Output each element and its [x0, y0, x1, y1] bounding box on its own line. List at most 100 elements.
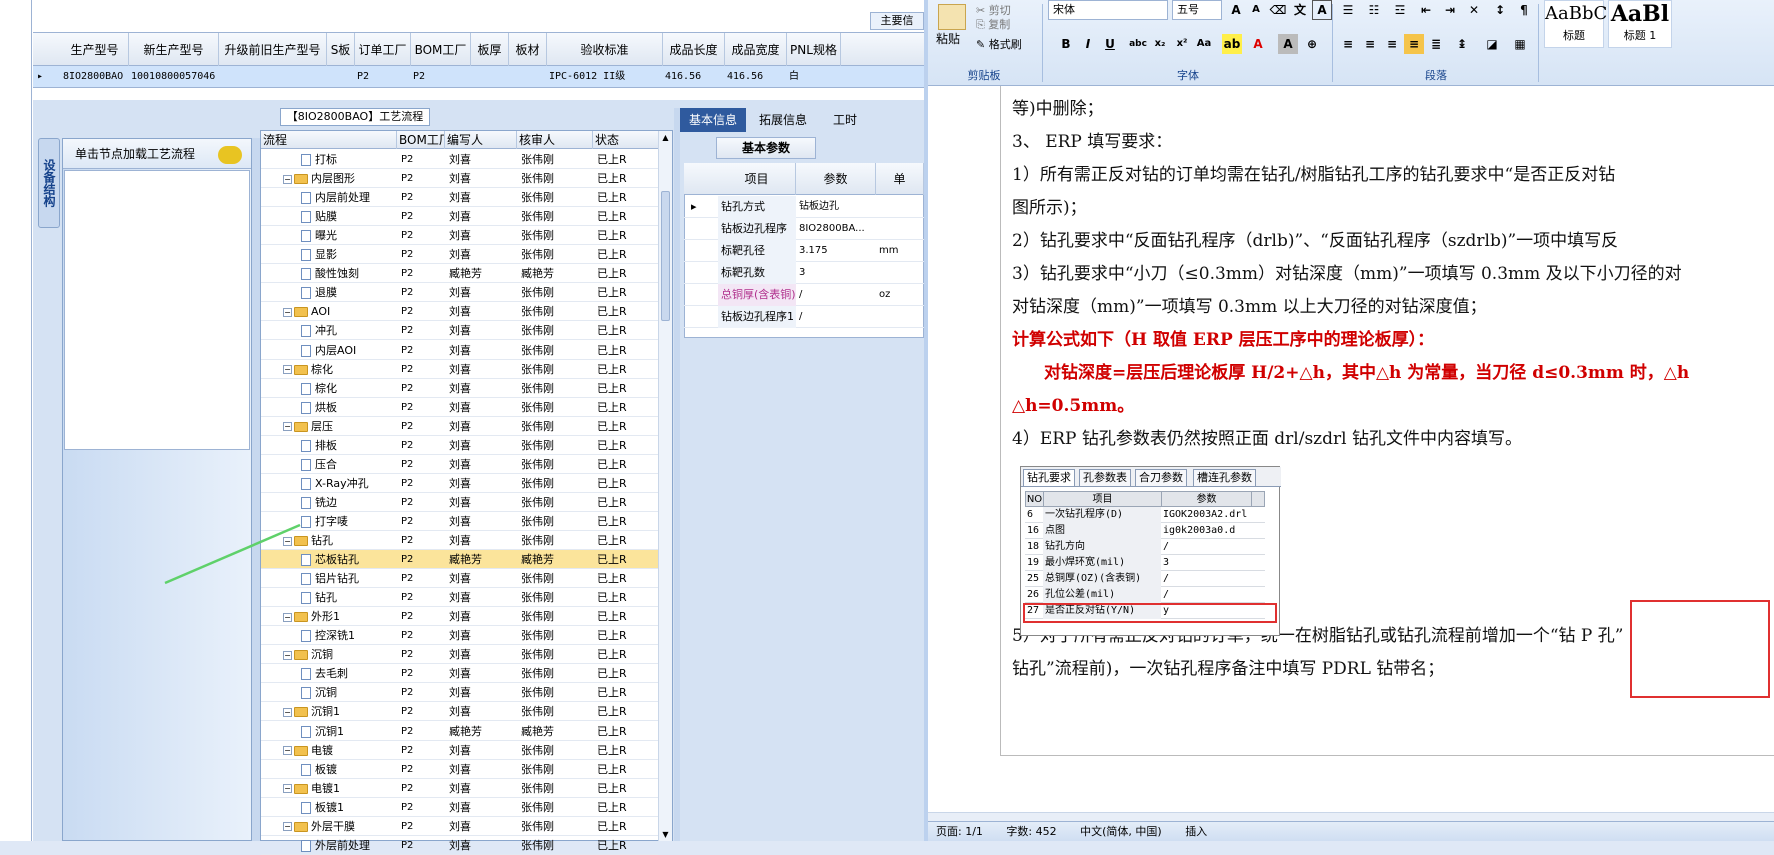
collapse-icon[interactable]: −	[283, 822, 292, 832]
param-row[interactable]: 标靶孔数 3	[684, 262, 924, 284]
doc-line[interactable]: 3、 ERP 填写要求：	[1012, 127, 1172, 152]
doc-line[interactable]: 对钻深度=层压后理论板厚 H/2+△h，其中△h 为常量，当刀径 d≤0.3mm…	[1044, 358, 1689, 383]
font-size-combo[interactable]: 五号	[1172, 0, 1222, 20]
status-words[interactable]: 字数: 452	[1006, 825, 1056, 838]
doc-line[interactable]: △h=0.5mm。	[1012, 391, 1134, 416]
chat-bubble-icon[interactable]	[218, 146, 242, 164]
process-col-header[interactable]: 核审人	[517, 131, 593, 149]
process-row[interactable]: − 外形1 P2 刘喜 张伟刚 已上R	[261, 607, 658, 627]
numbering-icon[interactable]: ☷	[1364, 0, 1384, 20]
process-row[interactable]: 排板 P2 刘喜 张伟刚 已上R	[261, 436, 658, 455]
sort-icon[interactable]: ↕	[1490, 0, 1510, 20]
shading-icon[interactable]: ◪	[1482, 34, 1502, 54]
process-row[interactable]: 贴膜 P2 刘喜 张伟刚 已上R	[261, 207, 658, 227]
process-scrollbar[interactable]: ▲ ▼	[658, 131, 672, 841]
tab-work-hours[interactable]: 工时	[820, 108, 870, 132]
order-col-header[interactable]: 板材	[509, 33, 547, 67]
param-row[interactable]: 总铜厚(含表铜) / oz	[684, 284, 924, 306]
process-row[interactable]: 板镀1 P2 刘喜 张伟刚 已上R	[261, 798, 658, 817]
param-row[interactable]: 钻板边孔程序1/	[684, 306, 924, 328]
doc-line[interactable]: 3）钻孔要求中“小刀（≤0.3mm）对钻深度（mm)”一项填写 0.3mm 及以…	[1012, 259, 1682, 284]
info-splitter[interactable]	[674, 108, 680, 841]
param-value[interactable]: 3	[796, 262, 876, 284]
process-row[interactable]: 沉铜1 P2 臧艳芳 臧艳芳 已上R	[261, 722, 658, 741]
process-row[interactable]: − 电镀1 P2 刘喜 张伟刚 已上R	[261, 779, 658, 798]
main-info-button[interactable]: 主要信	[870, 12, 924, 30]
order-col-header[interactable]: 板厚	[471, 33, 509, 67]
collapse-icon[interactable]: −	[283, 422, 292, 432]
doc-line[interactable]: 图所示)；	[1012, 193, 1087, 218]
borders-icon[interactable]: ▦	[1510, 34, 1530, 54]
process-row[interactable]: 控深铣1 P2 刘喜 张伟刚 已上R	[261, 626, 658, 646]
process-row[interactable]: − 电镀 P2 刘喜 张伟刚 已上R	[261, 741, 658, 760]
status-lang[interactable]: 中文(简体, 中国)	[1080, 825, 1162, 838]
order-col-header[interactable]: 验收标准	[547, 33, 663, 67]
param-value[interactable]: 8IO2800BA...	[796, 218, 876, 240]
process-row[interactable]: 外层前处理 P2 刘喜 张伟刚 已上R	[261, 836, 658, 855]
doc-line[interactable]: 计算公式如下（H 取值 ERP 层压工序中的理论板厚）：	[1012, 325, 1434, 350]
process-row[interactable]: − 层压 P2 刘喜 张伟刚 已上R	[261, 417, 658, 436]
strikethrough-icon[interactable]: abc	[1128, 34, 1148, 54]
process-row[interactable]: − 钻孔 P2 刘喜 张伟刚 已上R	[261, 531, 658, 550]
bullets-icon[interactable]: ☰	[1338, 0, 1358, 20]
order-col-header[interactable]: S板	[327, 33, 355, 67]
doc-line[interactable]: 1）所有需正反对钻的订单均需在钻孔/树脂钻孔工序的钻孔要求中“是否正反对钻	[1012, 160, 1615, 185]
bold-icon[interactable]: B	[1056, 34, 1076, 54]
process-row[interactable]: 钻孔 P2 刘喜 张伟刚 已上R	[261, 588, 658, 608]
process-row[interactable]: 打字唛 P2 刘喜 张伟刚 已上R	[261, 512, 658, 531]
param-value[interactable]: 3.175	[796, 240, 876, 262]
process-row[interactable]: 沉铜 P2 刘喜 张伟刚 已上R	[261, 683, 658, 703]
subscript-icon[interactable]: x₂	[1150, 34, 1170, 54]
device-tree[interactable]	[64, 170, 250, 450]
decrease-indent-icon[interactable]: ⇤	[1416, 0, 1436, 20]
italic-icon[interactable]: I	[1078, 34, 1098, 54]
order-col-header[interactable]: 新生产型号	[129, 33, 219, 67]
status-mode[interactable]: 插入	[1185, 825, 1207, 838]
process-row[interactable]: 棕化 P2 刘喜 张伟刚 已上R	[261, 379, 658, 398]
order-col-header[interactable]: 成品长度	[663, 33, 725, 67]
process-row[interactable]: 曝光 P2 刘喜 张伟刚 已上R	[261, 226, 658, 246]
process-col-header[interactable]: BOM工厂	[397, 131, 445, 149]
style-title[interactable]: AaBbC 标题	[1544, 0, 1607, 48]
process-row[interactable]: X-Ray冲孔 P2 刘喜 张伟刚 已上R	[261, 474, 658, 493]
doc-line[interactable]: 对钻深度（mm)”一项填写 0.3mm 以上大刀径的对钻深度值；	[1012, 292, 1487, 317]
format-painter-button[interactable]: ✎ 格式刷	[976, 36, 1022, 52]
param-value[interactable]: /	[796, 284, 876, 306]
collapse-icon[interactable]: −	[283, 707, 292, 717]
process-row[interactable]: 冲孔 P2 刘喜 张伟刚 已上R	[261, 321, 658, 341]
process-row[interactable]: 板镀 P2 刘喜 张伟刚 已上R	[261, 760, 658, 779]
collapse-icon[interactable]: −	[283, 650, 292, 660]
process-row[interactable]: − 沉铜 P2 刘喜 张伟刚 已上R	[261, 645, 658, 665]
panel-splitter[interactable]	[252, 138, 260, 841]
process-row[interactable]: − 内层图形 P2 刘喜 张伟刚 已上R	[261, 169, 658, 189]
process-row[interactable]: − AOI P2 刘喜 张伟刚 已上R	[261, 302, 658, 322]
font-name-combo[interactable]: 宋体	[1048, 0, 1168, 20]
order-col-header[interactable]: 订单工厂	[355, 33, 411, 67]
doc-line[interactable]: 钻孔”流程前)，一次钻孔程序备注中填写 PDRL 钻带名；	[1012, 654, 1444, 679]
process-row[interactable]: − 沉铜1 P2 刘喜 张伟刚 已上R	[261, 702, 658, 722]
shrink-font-icon[interactable]: A	[1246, 0, 1266, 20]
order-col-header[interactable]: 生产型号	[61, 33, 129, 67]
process-col-header[interactable]: 流程	[261, 131, 397, 149]
param-row[interactable]: 钻板边孔程序 8IO2800BA...	[684, 218, 924, 240]
superscript-icon[interactable]: x²	[1172, 34, 1192, 54]
grow-font-icon[interactable]: A	[1226, 0, 1246, 20]
phonetic-icon[interactable]: 文	[1290, 0, 1310, 20]
process-row[interactable]: 去毛刺 P2 刘喜 张伟刚 已上R	[261, 664, 658, 684]
collapse-icon[interactable]: −	[283, 365, 292, 375]
param-row[interactable]: 标靶孔径 3.175 mm	[684, 240, 924, 262]
order-col-header[interactable]: 成品宽度	[725, 33, 787, 67]
doc-line[interactable]: 等)中删除；	[1012, 94, 1104, 119]
font-color-icon[interactable]: A	[1248, 34, 1268, 54]
change-case-icon[interactable]: Aa	[1194, 34, 1214, 54]
process-row[interactable]: 压合 P2 刘喜 张伟刚 已上R	[261, 455, 658, 474]
tab-extended-info[interactable]: 拓展信息	[750, 108, 816, 132]
param-value[interactable]: /	[796, 306, 876, 328]
highlight-icon[interactable]: ab	[1222, 34, 1242, 54]
collapse-icon[interactable]: −	[283, 307, 292, 317]
device-structure-tab[interactable]: 设备结构	[38, 138, 60, 228]
process-row[interactable]: − 棕化 P2 刘喜 张伟刚 已上R	[261, 360, 658, 379]
order-col-header[interactable]: 升级前旧生产型号	[219, 33, 327, 67]
char-border-icon[interactable]: A	[1312, 0, 1332, 20]
basic-params-tab[interactable]: 基本参数	[716, 137, 816, 159]
